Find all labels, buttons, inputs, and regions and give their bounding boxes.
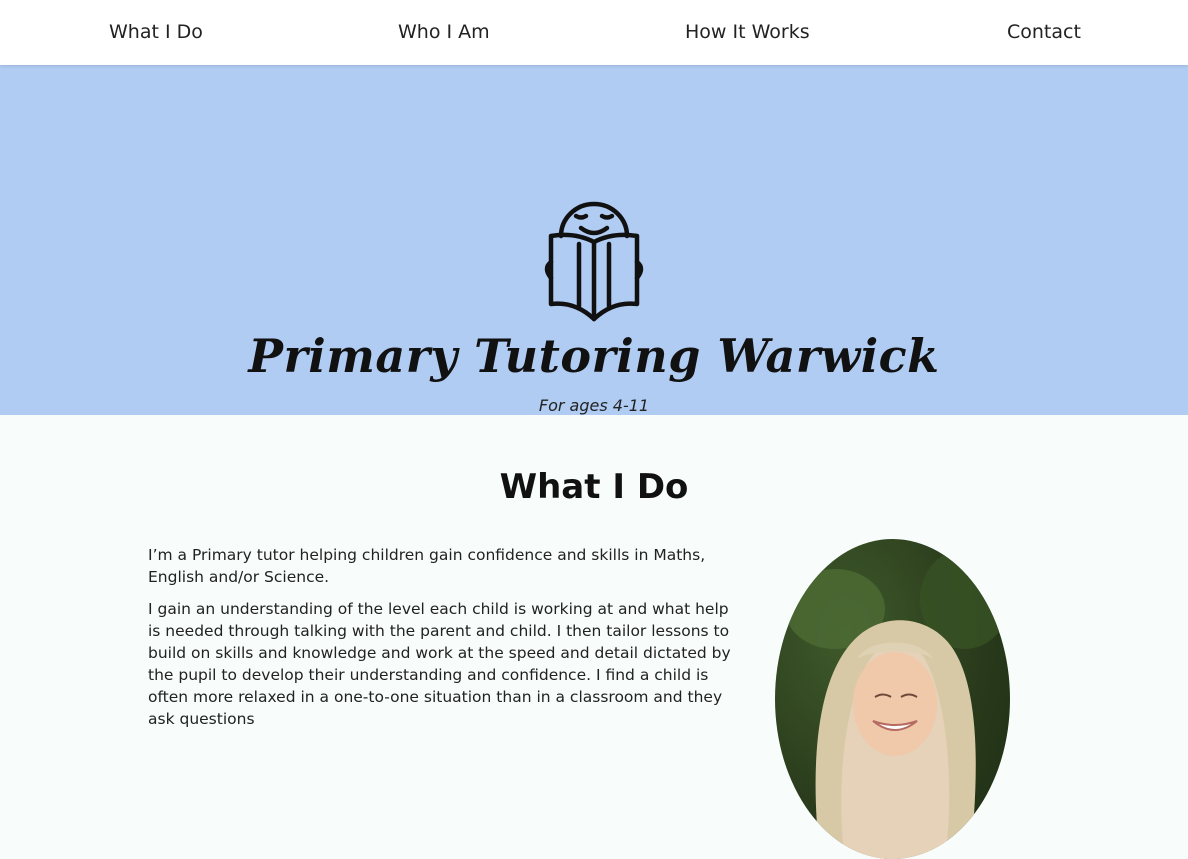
intro-paragraph: I gain an understanding of the level eac… — [148, 600, 731, 728]
nav-link-what-i-do[interactable]: What I Do — [109, 19, 203, 45]
top-navigation: What I Do Who I Am How It Works Contact — [0, 0, 1188, 65]
hero-banner: Primary Tutoring Warwick For ages 4-11 — [0, 65, 1188, 415]
site-title: Primary Tutoring Warwick — [248, 329, 940, 383]
intro-text: I’m a Primary tutor helping children gai… — [148, 544, 738, 740]
what-i-do-section: What I Do I’m a Primary tutor helping ch… — [0, 415, 1188, 859]
site-subtitle: For ages 4-11 — [538, 396, 650, 415]
section-heading: What I Do — [499, 467, 689, 507]
portrait-illustration — [785, 549, 1010, 859]
child-reading-book-icon — [544, 201, 644, 322]
nav-link-who-i-am[interactable]: Who I Am — [398, 19, 490, 45]
intro-paragraph: I’m a Primary tutor helping children gai… — [148, 546, 706, 586]
tutor-portrait-photo — [775, 539, 1010, 859]
nav-link-how-it-works[interactable]: How It Works — [685, 19, 810, 45]
nav-link-contact[interactable]: Contact — [1007, 19, 1081, 45]
